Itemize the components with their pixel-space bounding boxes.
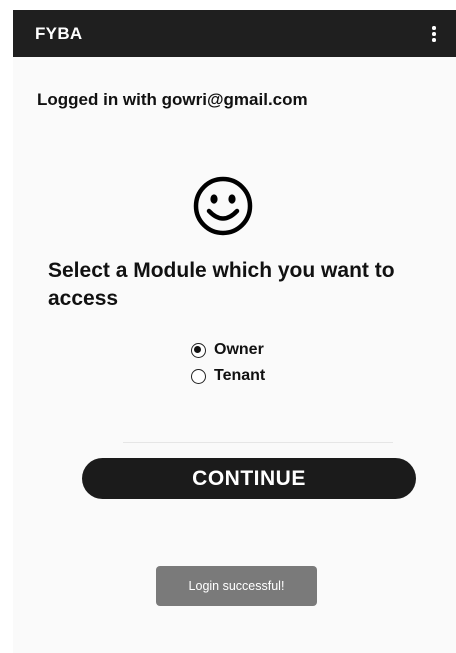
divider (123, 442, 393, 443)
more-vert-icon[interactable] (427, 22, 441, 46)
radio-option-tenant[interactable]: Tenant (191, 363, 265, 389)
radio-option-owner[interactable]: Owner (191, 337, 265, 363)
login-status-text: Logged in with gowri@gmail.com (37, 90, 308, 109)
module-prompt: Select a Module which you want to access (48, 259, 395, 310)
radio-checked-icon[interactable] (191, 342, 206, 358)
continue-button[interactable]: CONTINUE (82, 458, 416, 499)
radio-label-owner: Owner (214, 341, 264, 358)
app-title: FYBA (35, 24, 83, 43)
app-screen: FYBA Logged in with gowri@gmail.com Sele… (13, 10, 456, 653)
app-bar: FYBA (13, 10, 456, 57)
module-radio-group: Owner Tenant (191, 337, 265, 389)
radio-unchecked-icon[interactable] (191, 368, 206, 384)
radio-label-tenant: Tenant (214, 367, 266, 384)
toast-message: Login successful! (156, 566, 317, 606)
smiley-face-icon (193, 176, 253, 236)
